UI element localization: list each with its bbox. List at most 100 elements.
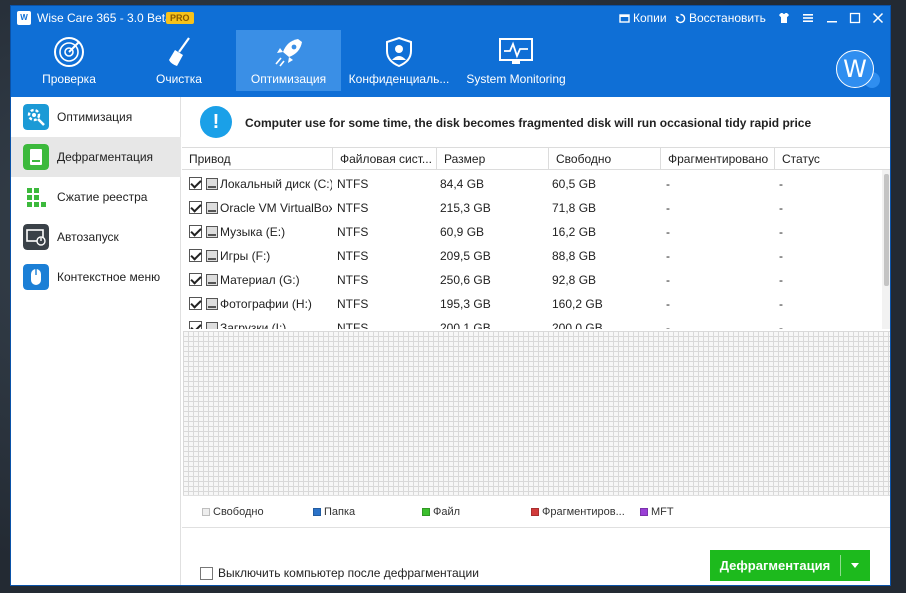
skin-button[interactable] [775, 9, 793, 27]
restore-icon [675, 13, 686, 23]
chevron-down-icon[interactable] [841, 550, 870, 581]
startup-icon [23, 224, 49, 250]
cell-size: 209,5 GB [440, 249, 491, 263]
drive-checkbox[interactable] [189, 297, 202, 310]
cell-free: 92,8 GB [552, 273, 597, 287]
cell-free: 88,8 GB [552, 249, 597, 263]
tab-optimization[interactable]: Оптимизация [236, 30, 341, 91]
column-free[interactable]: Свободно [549, 148, 661, 170]
cell-drive: Материал (G:) [220, 273, 300, 287]
cell-fs: NTFS [337, 177, 369, 191]
legend-fragmented: Фрагментиров... [531, 506, 625, 518]
scrollbar-thumb[interactable] [884, 174, 889, 286]
table-row[interactable]: Локальный диск (C:) NTFS 84,4 GB 60,5 GB - - [182, 172, 882, 196]
sidebar-item-defragmentation[interactable]: Дефрагментация [11, 137, 181, 177]
sidebar: Оптимизация Дефрагментация Сжатие реестр… [11, 97, 181, 585]
cell-frag: - [666, 297, 670, 311]
tab-cleanup[interactable]: Очистка [131, 30, 227, 91]
cell-frag: - [666, 273, 670, 287]
cell-free: 16,2 GB [552, 225, 597, 239]
sidebar-item-optimization[interactable]: Оптимизация [11, 97, 181, 137]
column-drive[interactable]: Привод [182, 148, 333, 170]
cell-free: 200,0 GB [552, 321, 603, 329]
shirt-icon [779, 13, 789, 23]
legend-label: MFT [651, 506, 674, 518]
defragment-button-label: Дефрагментация [719, 558, 831, 573]
avatar[interactable]: W [836, 50, 874, 88]
column-size[interactable]: Размер [437, 148, 549, 170]
sidebar-item-label: Оптимизация [57, 110, 133, 124]
cell-size: 84,4 GB [440, 177, 485, 191]
drive-checkbox[interactable] [189, 273, 202, 286]
cell-drive: Музыка (E:) [220, 225, 286, 239]
column-fragmented[interactable]: Фрагментировано [661, 148, 775, 170]
minimize-icon [827, 21, 837, 23]
table-row[interactable]: Фотографии (H:) NTFS 195,3 GB 160,2 GB - - [182, 292, 882, 316]
sidebar-item-label: Контекстное меню [57, 270, 161, 284]
tab-scan-label: Проверка [42, 72, 96, 86]
legend-label: Свободно [213, 506, 264, 518]
cell-frag: - [666, 225, 670, 239]
backup-icon [619, 13, 630, 23]
cell-fs: NTFS [337, 273, 369, 287]
cell-fs: NTFS [337, 297, 369, 311]
backup-label: Копии [633, 11, 667, 25]
column-status[interactable]: Статус [775, 148, 890, 170]
info-icon: ! [200, 106, 232, 138]
legend-file: Файл [422, 506, 460, 518]
sidebar-item-registry[interactable]: Сжатие реестра [11, 177, 181, 217]
minimize-button[interactable] [823, 9, 841, 27]
monitor-pulse-icon [499, 38, 533, 64]
legend-swatch [531, 508, 539, 516]
menu-icon [803, 14, 813, 22]
table-row[interactable]: Загрузки (I:) NTFS 200,1 GB 200,0 GB - - [182, 316, 882, 329]
drives-table: Привод Файловая сист... Размер Свободно … [182, 147, 890, 329]
drive-checkbox[interactable] [189, 321, 202, 329]
menu-button[interactable] [799, 9, 817, 27]
legend-swatch [640, 508, 648, 516]
shutdown-label[interactable]: Выключить компьютер после дефрагментации [218, 566, 479, 580]
table-row[interactable]: Музыка (E:) NTFS 60,9 GB 16,2 GB - - [182, 220, 882, 244]
shutdown-checkbox[interactable] [200, 567, 213, 580]
close-button[interactable] [869, 9, 887, 27]
tab-privacy[interactable]: Конфиденциаль... [347, 30, 451, 91]
cell-size: 215,3 GB [440, 201, 491, 215]
table-scrollbar[interactable] [882, 170, 890, 329]
cell-drive: Локальный диск (C:) [220, 177, 332, 191]
legend-label: Фрагментиров... [542, 506, 625, 518]
maximize-button[interactable] [846, 9, 864, 27]
gear-wrench-icon [23, 104, 49, 130]
cell-frag: - [666, 177, 670, 191]
tab-scan[interactable]: Проверка [21, 30, 117, 91]
table-row[interactable]: Материал (G:) NTFS 250,6 GB 92,8 GB - - [182, 268, 882, 292]
cell-status: - [779, 321, 783, 329]
cell-status: - [779, 273, 783, 287]
table-row[interactable]: Игры (F:) NTFS 209,5 GB 88,8 GB - - [182, 244, 882, 268]
drive-checkbox[interactable] [189, 201, 202, 214]
cell-status: - [779, 201, 783, 215]
drive-checkbox[interactable] [189, 177, 202, 190]
drive-checkbox[interactable] [189, 225, 202, 238]
info-message: Computer use for some time, the disk bec… [245, 116, 812, 130]
disk-cluster-map [183, 331, 890, 496]
pro-badge: PRO [166, 12, 194, 24]
drive-icon [206, 274, 218, 286]
column-filesystem[interactable]: Файловая сист... [333, 148, 437, 170]
maximize-icon [849, 12, 861, 24]
title-bar: W Wise Care 365 - 3.0 Beta PRO Копии Вос… [11, 6, 890, 30]
bottom-bar: Выключить компьютер после дефрагментации… [182, 527, 890, 585]
sidebar-item-startup[interactable]: Автозапуск [11, 217, 181, 257]
app-title: Wise Care 365 - 3.0 Beta [37, 11, 172, 25]
cell-status: - [779, 249, 783, 263]
backup-button[interactable]: Копии [619, 11, 667, 25]
drive-checkbox[interactable] [189, 249, 202, 262]
restore-button[interactable]: Восстановить [675, 11, 766, 25]
tab-system-monitoring[interactable]: System Monitoring [461, 30, 571, 91]
defragment-button[interactable]: Дефрагментация [710, 550, 870, 581]
table-row[interactable]: Oracle VM VirtualBox... NTFS 215,3 GB 71,8 … [182, 196, 882, 220]
cell-frag: - [666, 201, 670, 215]
legend-mft: MFT [640, 506, 674, 518]
sidebar-item-context-menu[interactable]: Контекстное меню [11, 257, 181, 297]
cell-free: 71,8 GB [552, 201, 597, 215]
sidebar-item-label: Автозапуск [57, 230, 119, 244]
